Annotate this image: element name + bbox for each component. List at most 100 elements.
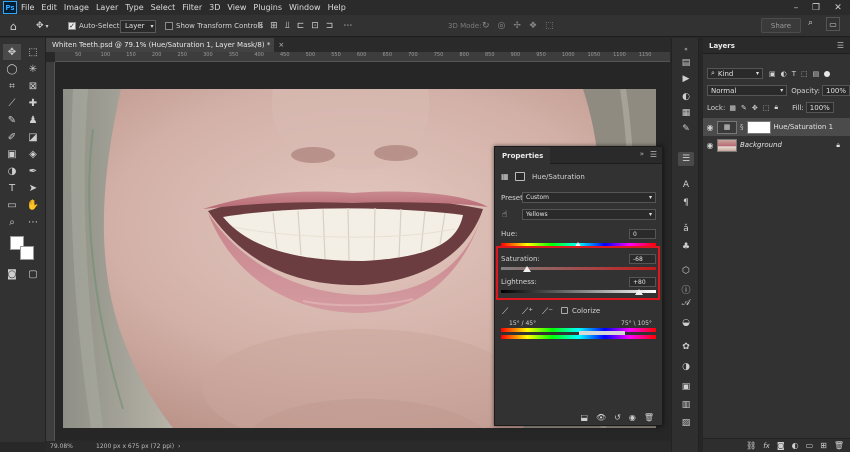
menu-3d[interactable]: 3D bbox=[209, 3, 220, 12]
eye-icon[interactable]: ◉ bbox=[703, 141, 717, 150]
fx-icon[interactable]: fx bbox=[763, 442, 770, 450]
share-button[interactable]: Share bbox=[761, 18, 801, 33]
paragraph-panel-icon[interactable]: ¶ bbox=[678, 196, 694, 210]
actions-panel-icon[interactable]: ▶ bbox=[678, 72, 694, 86]
auto-select-dropdown[interactable]: Layer ▾ bbox=[120, 19, 156, 33]
pen-tool-icon[interactable]: ✒ bbox=[24, 163, 42, 179]
menu-edit[interactable]: Edit bbox=[41, 3, 57, 12]
filter-toggle-icon[interactable] bbox=[824, 70, 831, 77]
lasso-tool-icon[interactable]: ◯ bbox=[3, 61, 21, 77]
menu-view[interactable]: View bbox=[227, 3, 246, 12]
add-mask-icon[interactable]: ◙ bbox=[777, 441, 785, 450]
menu-image[interactable]: Image bbox=[64, 3, 89, 12]
history-brush-tool-icon[interactable]: ✐ bbox=[3, 129, 21, 145]
align-vcenter-icon[interactable]: ⊞ bbox=[270, 21, 278, 31]
shapes-panel-icon[interactable]: ♣ bbox=[678, 240, 694, 254]
properties-panel-icon[interactable]: ☰ bbox=[678, 152, 694, 166]
move-tool-icon[interactable]: ✥ bbox=[3, 44, 21, 60]
path-selection-tool-icon[interactable]: ➤ bbox=[24, 180, 42, 196]
smart-object-filter-icon[interactable]: ▤ bbox=[813, 70, 820, 78]
menu-filter[interactable]: Filter bbox=[182, 3, 202, 12]
menu-file[interactable]: File bbox=[21, 3, 34, 12]
collapse-dock-icon[interactable]: « bbox=[678, 42, 694, 56]
3d-slide-icon[interactable]: ❖ bbox=[529, 21, 537, 31]
pixel-filter-icon[interactable]: ▣ bbox=[769, 70, 776, 78]
shape-filter-icon[interactable]: ⬚ bbox=[801, 70, 808, 78]
navigator-panel-icon[interactable]: ▣ bbox=[678, 380, 694, 394]
distribute-icon[interactable]: ⋯ bbox=[343, 21, 352, 31]
targeted-adjustment-hand-icon[interactable]: ☝ bbox=[502, 210, 507, 220]
eyedropper-icon[interactable]: ⟋ bbox=[502, 307, 508, 317]
close-window-icon[interactable]: ✕ bbox=[828, 0, 848, 15]
hand-tool-icon[interactable]: ✋ bbox=[24, 197, 42, 213]
align-top-icon[interactable]: ⫪ bbox=[258, 21, 263, 31]
menu-window[interactable]: Window bbox=[289, 3, 321, 12]
link-layers-icon[interactable]: ⛓ bbox=[746, 441, 756, 450]
3d-scale-icon[interactable]: ⬚ bbox=[545, 21, 554, 31]
colorize-checkbox[interactable] bbox=[561, 307, 568, 314]
character-panel-icon[interactable]: A bbox=[678, 178, 694, 192]
menu-select[interactable]: Select bbox=[151, 3, 176, 12]
auto-select-checkbox[interactable]: ✓ Auto-Select: bbox=[68, 15, 122, 37]
new-layer-icon[interactable]: ⊞ bbox=[820, 441, 827, 450]
magic-wand-tool-icon[interactable]: ✳ bbox=[24, 61, 42, 77]
document-tab[interactable]: Whiten Teeth.psd @ 79.1% (Hue/Saturation… bbox=[46, 38, 284, 52]
3d-drag-icon[interactable]: ✢ bbox=[513, 21, 521, 31]
eyedropper-add-icon[interactable]: ⟋⁺ bbox=[522, 307, 533, 317]
channels-panel-icon[interactable]: ◒ bbox=[678, 316, 694, 330]
search-icon[interactable]: ⌕ bbox=[808, 18, 813, 28]
clone-stamp-tool-icon[interactable]: ♟ bbox=[24, 112, 42, 128]
preset-dropdown[interactable]: Custom ▾ bbox=[522, 192, 656, 203]
menu-layer[interactable]: Layer bbox=[96, 3, 118, 12]
screen-mode-icon[interactable]: ▢ bbox=[24, 266, 42, 282]
brush-tool-icon[interactable]: ✎ bbox=[3, 112, 21, 128]
minimize-icon[interactable]: – bbox=[786, 0, 806, 15]
new-adjustment-icon[interactable]: ◐ bbox=[792, 441, 799, 450]
fill-field[interactable]: 100% bbox=[805, 102, 834, 113]
lock-artboard-icon[interactable]: ⬚ bbox=[763, 104, 770, 112]
glyphs-panel-icon[interactable]: ǎ bbox=[678, 222, 694, 236]
paths-panel-icon[interactable]: ⬡ bbox=[678, 264, 694, 278]
color-panel-icon[interactable]: ◐ bbox=[678, 90, 694, 104]
close-tab-icon[interactable]: × bbox=[278, 41, 284, 49]
histogram-panel-icon[interactable]: ▥ bbox=[678, 398, 694, 412]
lock-all-icon[interactable]: 🔒︎ bbox=[774, 103, 778, 112]
layer-mask-thumbnail[interactable] bbox=[746, 120, 771, 134]
artboard-tool-icon[interactable]: ⬚ bbox=[24, 44, 42, 60]
hue-field[interactable]: 0 bbox=[629, 229, 656, 239]
gradient-tool-icon[interactable]: ▣ bbox=[3, 146, 21, 162]
type-tool-icon[interactable]: T bbox=[3, 180, 21, 196]
panel-menu-icon[interactable]: ☰ bbox=[837, 41, 844, 50]
3d-roll-icon[interactable]: ◎ bbox=[498, 21, 506, 31]
blend-mode-dropdown[interactable]: Normal ▾ bbox=[707, 85, 788, 96]
info-panel-icon[interactable]: ⓘ bbox=[678, 282, 694, 296]
healing-brush-tool-icon[interactable]: ✚ bbox=[24, 95, 42, 111]
reset-icon[interactable]: ↺ bbox=[614, 413, 621, 422]
mask-icon[interactable] bbox=[515, 172, 525, 181]
clip-to-layer-icon[interactable]: ⬓ bbox=[580, 413, 588, 422]
restore-icon[interactable]: ❐ bbox=[806, 0, 826, 15]
eyedropper-subtract-icon[interactable]: ⟋⁻ bbox=[542, 307, 553, 317]
link-icon[interactable]: § bbox=[740, 123, 744, 131]
history-panel-icon[interactable]: ▤ bbox=[678, 56, 694, 70]
new-group-icon[interactable]: ▭ bbox=[806, 441, 814, 450]
menu-type[interactable]: Type bbox=[125, 3, 143, 12]
blur-tool-icon[interactable]: ◈ bbox=[24, 146, 42, 162]
delete-adjustment-icon[interactable]: 🗑︎ bbox=[644, 413, 654, 422]
swatches-panel-icon[interactable]: ▦ bbox=[678, 106, 694, 120]
trash-icon[interactable]: 🗑︎ bbox=[834, 441, 844, 450]
layer-comps-panel-icon[interactable]: ▨ bbox=[678, 416, 694, 430]
brushes-panel-icon[interactable]: ✎ bbox=[678, 122, 694, 136]
properties-tab[interactable]: Properties bbox=[495, 147, 551, 164]
panel-menu-icon[interactable]: ☰ bbox=[650, 150, 657, 159]
layer-row-background[interactable]: ◉ Background 🔒︎ bbox=[703, 136, 850, 154]
layer-row-hue-saturation[interactable]: ◉ ▦ § Hue/Saturation 1 bbox=[703, 118, 850, 136]
crop-tool-icon[interactable]: ⌗ bbox=[3, 78, 21, 94]
align-hcenter-icon[interactable]: ⊡ bbox=[311, 21, 319, 31]
lock-pixels-icon[interactable]: ✎ bbox=[741, 104, 747, 112]
menu-help[interactable]: Help bbox=[328, 3, 346, 12]
view-previous-icon[interactable]: 👁︎ bbox=[596, 413, 606, 422]
move-tool-preset-icon[interactable]: ✥ ▾ bbox=[36, 15, 49, 37]
collapse-icon[interactable]: » bbox=[640, 150, 644, 158]
3d-rotate-icon[interactable]: ↻ bbox=[482, 21, 490, 31]
